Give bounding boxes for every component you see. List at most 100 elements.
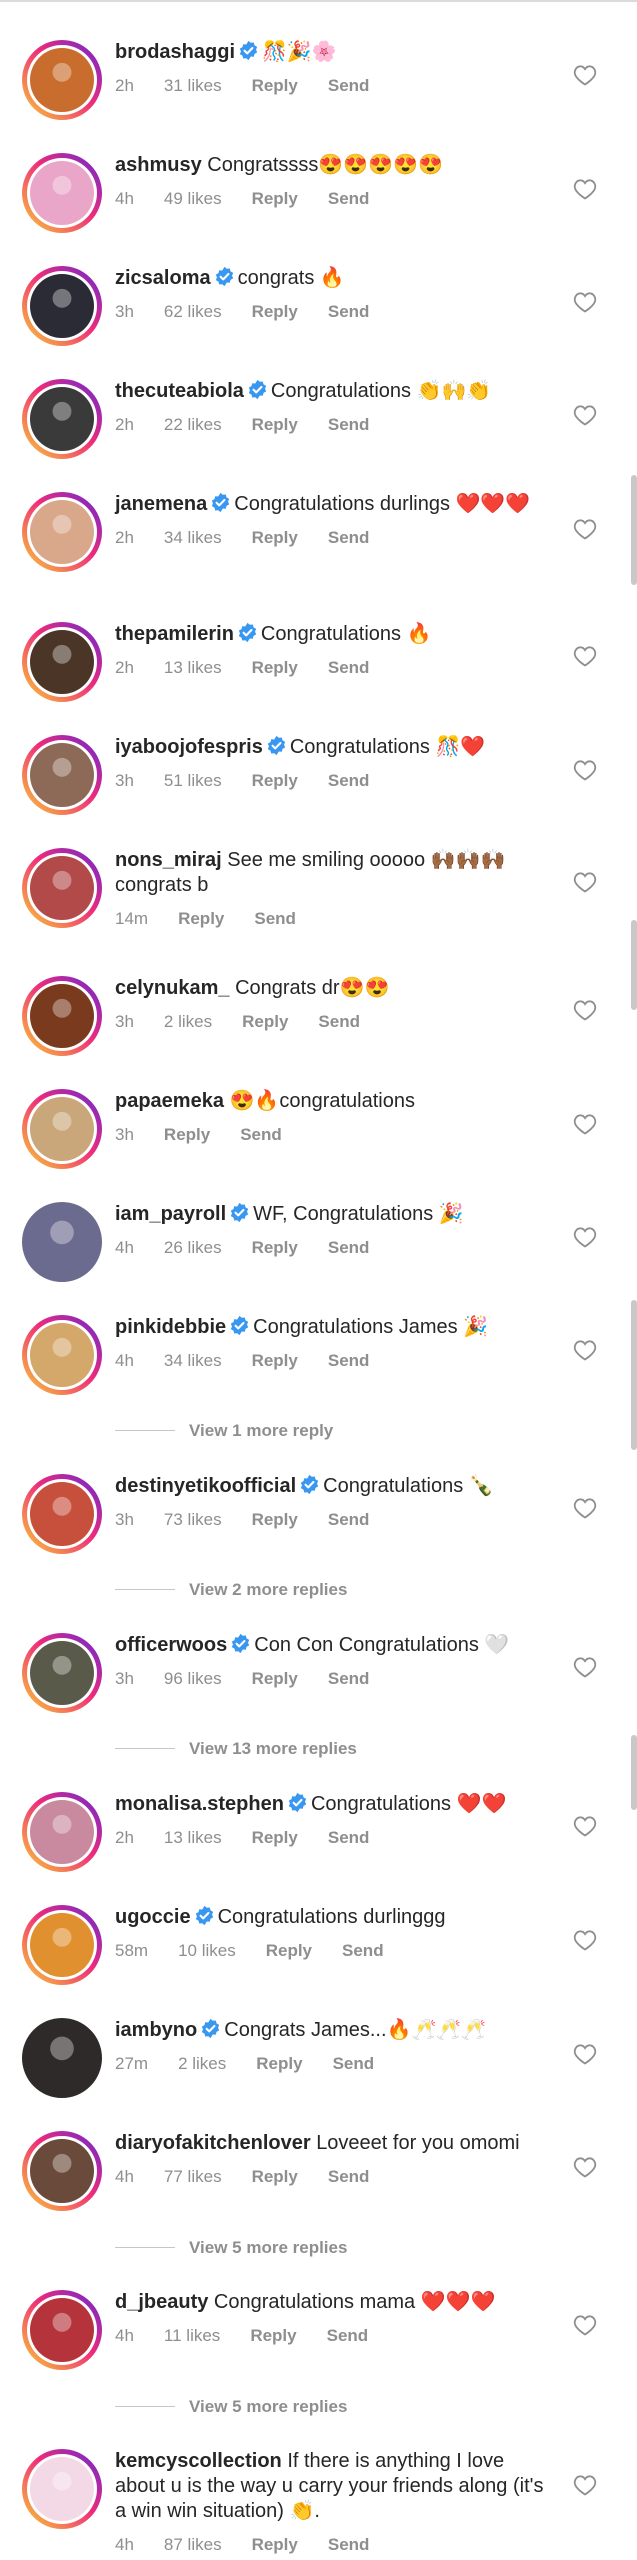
avatar[interactable] xyxy=(22,1792,102,1872)
like-heart-icon[interactable] xyxy=(573,1497,597,1519)
username[interactable]: ashmusy xyxy=(115,154,202,176)
likes-count[interactable]: 22 likes xyxy=(164,415,222,434)
like-heart-icon[interactable] xyxy=(573,291,597,313)
avatar[interactable] xyxy=(22,976,102,1056)
scrollbar[interactable] xyxy=(631,920,637,1010)
likes-count[interactable]: 2 likes xyxy=(164,1012,212,1031)
avatar[interactable] xyxy=(22,1905,102,1985)
username[interactable]: d_jbeauty xyxy=(115,2291,208,2313)
avatar[interactable] xyxy=(22,848,102,928)
reply-button[interactable]: Reply xyxy=(252,415,298,434)
avatar[interactable] xyxy=(22,2018,102,2098)
like-heart-icon[interactable] xyxy=(573,871,597,893)
avatar[interactable] xyxy=(22,2449,102,2529)
reply-button[interactable]: Reply xyxy=(250,2326,296,2345)
view-more-replies-button[interactable]: View 13 more replies xyxy=(115,1739,357,1759)
likes-count[interactable]: 87 likes xyxy=(164,2535,222,2554)
username[interactable]: iyaboojofespris xyxy=(115,736,263,758)
send-button[interactable]: Send xyxy=(328,1238,370,1257)
avatar[interactable] xyxy=(22,735,102,815)
likes-count[interactable]: 96 likes xyxy=(164,1669,222,1688)
avatar[interactable] xyxy=(22,1202,102,1282)
likes-count[interactable]: 62 likes xyxy=(164,302,222,321)
view-more-replies-button[interactable]: View 1 more reply xyxy=(115,1421,333,1441)
reply-button[interactable]: Reply xyxy=(252,658,298,677)
reply-button[interactable]: Reply xyxy=(266,1941,312,1960)
likes-count[interactable]: 26 likes xyxy=(164,1238,222,1257)
send-button[interactable]: Send xyxy=(254,909,296,928)
username[interactable]: kemcyscollection xyxy=(115,2450,282,2472)
reply-button[interactable]: Reply xyxy=(252,771,298,790)
username[interactable]: iam_payroll xyxy=(115,1203,226,1225)
send-button[interactable]: Send xyxy=(328,415,370,434)
username[interactable]: pinkidebbie xyxy=(115,1316,226,1338)
like-heart-icon[interactable] xyxy=(573,2474,597,2496)
send-button[interactable]: Send xyxy=(240,1125,282,1144)
like-heart-icon[interactable] xyxy=(573,404,597,426)
likes-count[interactable]: 31 likes xyxy=(164,76,222,95)
like-heart-icon[interactable] xyxy=(573,2156,597,2178)
avatar[interactable] xyxy=(22,40,102,120)
username[interactable]: zicsaloma xyxy=(115,267,211,289)
avatar[interactable] xyxy=(22,266,102,346)
send-button[interactable]: Send xyxy=(328,1351,370,1370)
avatar[interactable] xyxy=(22,379,102,459)
like-heart-icon[interactable] xyxy=(573,759,597,781)
like-heart-icon[interactable] xyxy=(573,518,597,540)
like-heart-icon[interactable] xyxy=(573,64,597,86)
reply-button[interactable]: Reply xyxy=(252,2167,298,2186)
avatar[interactable] xyxy=(22,492,102,572)
send-button[interactable]: Send xyxy=(328,658,370,677)
send-button[interactable]: Send xyxy=(328,1669,370,1688)
reply-button[interactable]: Reply xyxy=(252,189,298,208)
like-heart-icon[interactable] xyxy=(573,1226,597,1248)
like-heart-icon[interactable] xyxy=(573,1656,597,1678)
reply-button[interactable]: Reply xyxy=(242,1012,288,1031)
reply-button[interactable]: Reply xyxy=(252,1828,298,1847)
likes-count[interactable]: 73 likes xyxy=(164,1510,222,1529)
send-button[interactable]: Send xyxy=(333,2054,375,2073)
send-button[interactable]: Send xyxy=(328,302,370,321)
likes-count[interactable]: 10 likes xyxy=(178,1941,236,1960)
reply-button[interactable]: Reply xyxy=(252,302,298,321)
username[interactable]: officerwoos xyxy=(115,1634,227,1656)
send-button[interactable]: Send xyxy=(328,771,370,790)
scrollbar[interactable] xyxy=(631,475,637,585)
avatar[interactable] xyxy=(22,1315,102,1395)
username[interactable]: iambyno xyxy=(115,2019,197,2041)
scrollbar[interactable] xyxy=(631,1735,637,1810)
reply-button[interactable]: Reply xyxy=(252,1351,298,1370)
reply-button[interactable]: Reply xyxy=(252,76,298,95)
reply-button[interactable]: Reply xyxy=(164,1125,210,1144)
like-heart-icon[interactable] xyxy=(573,645,597,667)
send-button[interactable]: Send xyxy=(328,76,370,95)
username[interactable]: papaemeka xyxy=(115,1090,224,1112)
reply-button[interactable]: Reply xyxy=(256,2054,302,2073)
like-heart-icon[interactable] xyxy=(573,1113,597,1135)
reply-button[interactable]: Reply xyxy=(252,528,298,547)
reply-button[interactable]: Reply xyxy=(252,1669,298,1688)
like-heart-icon[interactable] xyxy=(573,1339,597,1361)
username[interactable]: nons_miraj xyxy=(115,849,222,871)
view-more-replies-button[interactable]: View 2 more replies xyxy=(115,1580,347,1600)
send-button[interactable]: Send xyxy=(328,1510,370,1529)
likes-count[interactable]: 13 likes xyxy=(164,1828,222,1847)
likes-count[interactable]: 51 likes xyxy=(164,771,222,790)
username[interactable]: thecuteabiola xyxy=(115,380,244,402)
likes-count[interactable]: 2 likes xyxy=(178,2054,226,2073)
view-more-replies-button[interactable]: View 5 more replies xyxy=(115,2397,347,2417)
likes-count[interactable]: 77 likes xyxy=(164,2167,222,2186)
send-button[interactable]: Send xyxy=(328,2535,370,2554)
send-button[interactable]: Send xyxy=(328,2167,370,2186)
avatar[interactable] xyxy=(22,1633,102,1713)
send-button[interactable]: Send xyxy=(318,1012,360,1031)
reply-button[interactable]: Reply xyxy=(252,2535,298,2554)
like-heart-icon[interactable] xyxy=(573,2314,597,2336)
username[interactable]: ugoccie xyxy=(115,1906,191,1928)
like-heart-icon[interactable] xyxy=(573,1815,597,1837)
view-more-replies-button[interactable]: View 5 more replies xyxy=(115,2238,347,2258)
like-heart-icon[interactable] xyxy=(573,1929,597,1951)
username[interactable]: monalisa.stephen xyxy=(115,1793,284,1815)
username[interactable]: destinyetikoofficial xyxy=(115,1475,296,1497)
like-heart-icon[interactable] xyxy=(573,999,597,1021)
